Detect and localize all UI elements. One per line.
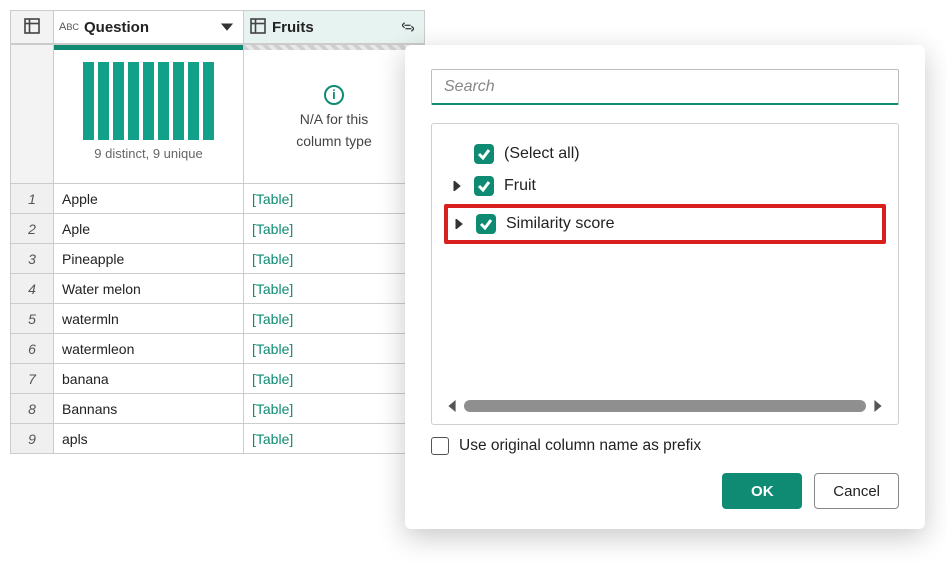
text-type-icon: ABC <box>60 18 78 36</box>
column-header-label: Fruits <box>272 19 392 36</box>
table-row[interactable]: 7banana[Table] <box>10 364 425 394</box>
checkbox-checked-icon[interactable] <box>474 176 494 196</box>
checkbox-checked-icon[interactable] <box>474 144 494 164</box>
row-number: 7 <box>10 364 54 394</box>
cell-fruits[interactable]: [Table] <box>244 334 425 364</box>
table-row[interactable]: 1Apple[Table] <box>10 184 425 214</box>
profile-na-text: column type <box>296 133 371 149</box>
table-row[interactable]: 9apls[Table] <box>10 424 425 454</box>
table-type-icon <box>250 18 266 37</box>
cell-question[interactable]: Apple <box>54 184 244 214</box>
data-rows: 1Apple[Table]2Aple[Table]3Pineapple[Tabl… <box>10 184 425 454</box>
row-number: 5 <box>10 304 54 334</box>
cell-question[interactable]: Pineapple <box>54 244 244 274</box>
cell-fruits[interactable]: [Table] <box>244 304 425 334</box>
row-number: 6 <box>10 334 54 364</box>
cell-question[interactable]: banana <box>54 364 244 394</box>
option-fruit[interactable]: Fruit <box>446 170 884 202</box>
option-label: Similarity score <box>506 215 614 233</box>
search-input[interactable] <box>442 77 888 97</box>
use-prefix-option[interactable]: Use original column name as prefix <box>431 437 899 455</box>
scroll-left-icon[interactable] <box>446 400 458 412</box>
distribution-bars-icon <box>83 60 214 140</box>
cell-question[interactable]: Water melon <box>54 274 244 304</box>
scroll-right-icon[interactable] <box>872 400 884 412</box>
cell-fruits[interactable]: [Table] <box>244 424 425 454</box>
scrollbar-track[interactable] <box>464 400 866 412</box>
table-row[interactable]: 4Water melon[Table] <box>10 274 425 304</box>
data-grid: ABC Question Fruits <box>10 10 425 454</box>
profile-na-text: N/A for this <box>300 111 368 127</box>
cancel-button[interactable]: Cancel <box>814 473 899 509</box>
cell-question[interactable]: Aple <box>54 214 244 244</box>
option-label: (Select all) <box>504 145 580 163</box>
expand-columns-panel: (Select all) Fruit Similarity score <box>405 45 925 529</box>
cell-question[interactable]: Bannans <box>54 394 244 424</box>
table-icon <box>24 18 40 37</box>
column-header-question[interactable]: ABC Question <box>54 10 244 44</box>
table-row[interactable]: 6watermleon[Table] <box>10 334 425 364</box>
table-row[interactable]: 3Pineapple[Table] <box>10 244 425 274</box>
table-row[interactable]: 2Aple[Table] <box>10 214 425 244</box>
cell-fruits[interactable]: [Table] <box>244 394 425 424</box>
use-prefix-label: Use original column name as prefix <box>459 437 701 455</box>
option-select-all[interactable]: (Select all) <box>446 138 884 170</box>
table-row[interactable]: 5watermln[Table] <box>10 304 425 334</box>
profile-fruits: i N/A for this column type <box>244 44 425 184</box>
column-header-label: Question <box>84 19 211 36</box>
option-list: (Select all) Fruit Similarity score <box>431 123 899 425</box>
column-profile-row: 9 distinct, 9 unique i N/A for this colu… <box>10 44 425 184</box>
dialog-buttons: OK Cancel <box>431 473 899 509</box>
cell-fruits[interactable]: [Table] <box>244 274 425 304</box>
row-number: 4 <box>10 274 54 304</box>
cell-fruits[interactable]: [Table] <box>244 184 425 214</box>
table-row[interactable]: 8Bannans[Table] <box>10 394 425 424</box>
search-field-wrap[interactable] <box>431 69 899 105</box>
cell-question[interactable]: apls <box>54 424 244 454</box>
profile-corner <box>10 44 54 184</box>
column-header-fruits[interactable]: Fruits <box>244 10 425 44</box>
option-label: Fruit <box>504 177 536 195</box>
ok-button[interactable]: OK <box>722 473 802 509</box>
checkbox-checked-icon[interactable] <box>476 214 496 234</box>
cell-fruits[interactable]: [Table] <box>244 364 425 394</box>
option-similarity-score[interactable]: Similarity score <box>450 210 880 238</box>
row-number: 1 <box>10 184 54 214</box>
cell-fruits[interactable]: [Table] <box>244 214 425 244</box>
profile-question: 9 distinct, 9 unique <box>54 44 244 184</box>
select-whole-table[interactable] <box>10 10 54 44</box>
row-number: 8 <box>10 394 54 424</box>
row-number: 2 <box>10 214 54 244</box>
cell-fruits[interactable]: [Table] <box>244 244 425 274</box>
cell-question[interactable]: watermleon <box>54 334 244 364</box>
horizontal-scrollbar[interactable] <box>446 400 884 412</box>
column-header-row: ABC Question Fruits <box>10 10 425 44</box>
profile-summary: 9 distinct, 9 unique <box>94 146 202 161</box>
row-number: 9 <box>10 424 54 454</box>
expand-toggle-icon[interactable] <box>450 181 464 191</box>
column-filter-button[interactable] <box>217 17 237 37</box>
expand-toggle-icon[interactable] <box>452 219 466 229</box>
row-number: 3 <box>10 244 54 274</box>
info-icon: i <box>324 85 344 105</box>
checkbox-unchecked-icon[interactable] <box>431 437 449 455</box>
expand-column-button[interactable] <box>398 17 418 37</box>
highlighted-option: Similarity score <box>444 204 886 244</box>
cell-question[interactable]: watermln <box>54 304 244 334</box>
